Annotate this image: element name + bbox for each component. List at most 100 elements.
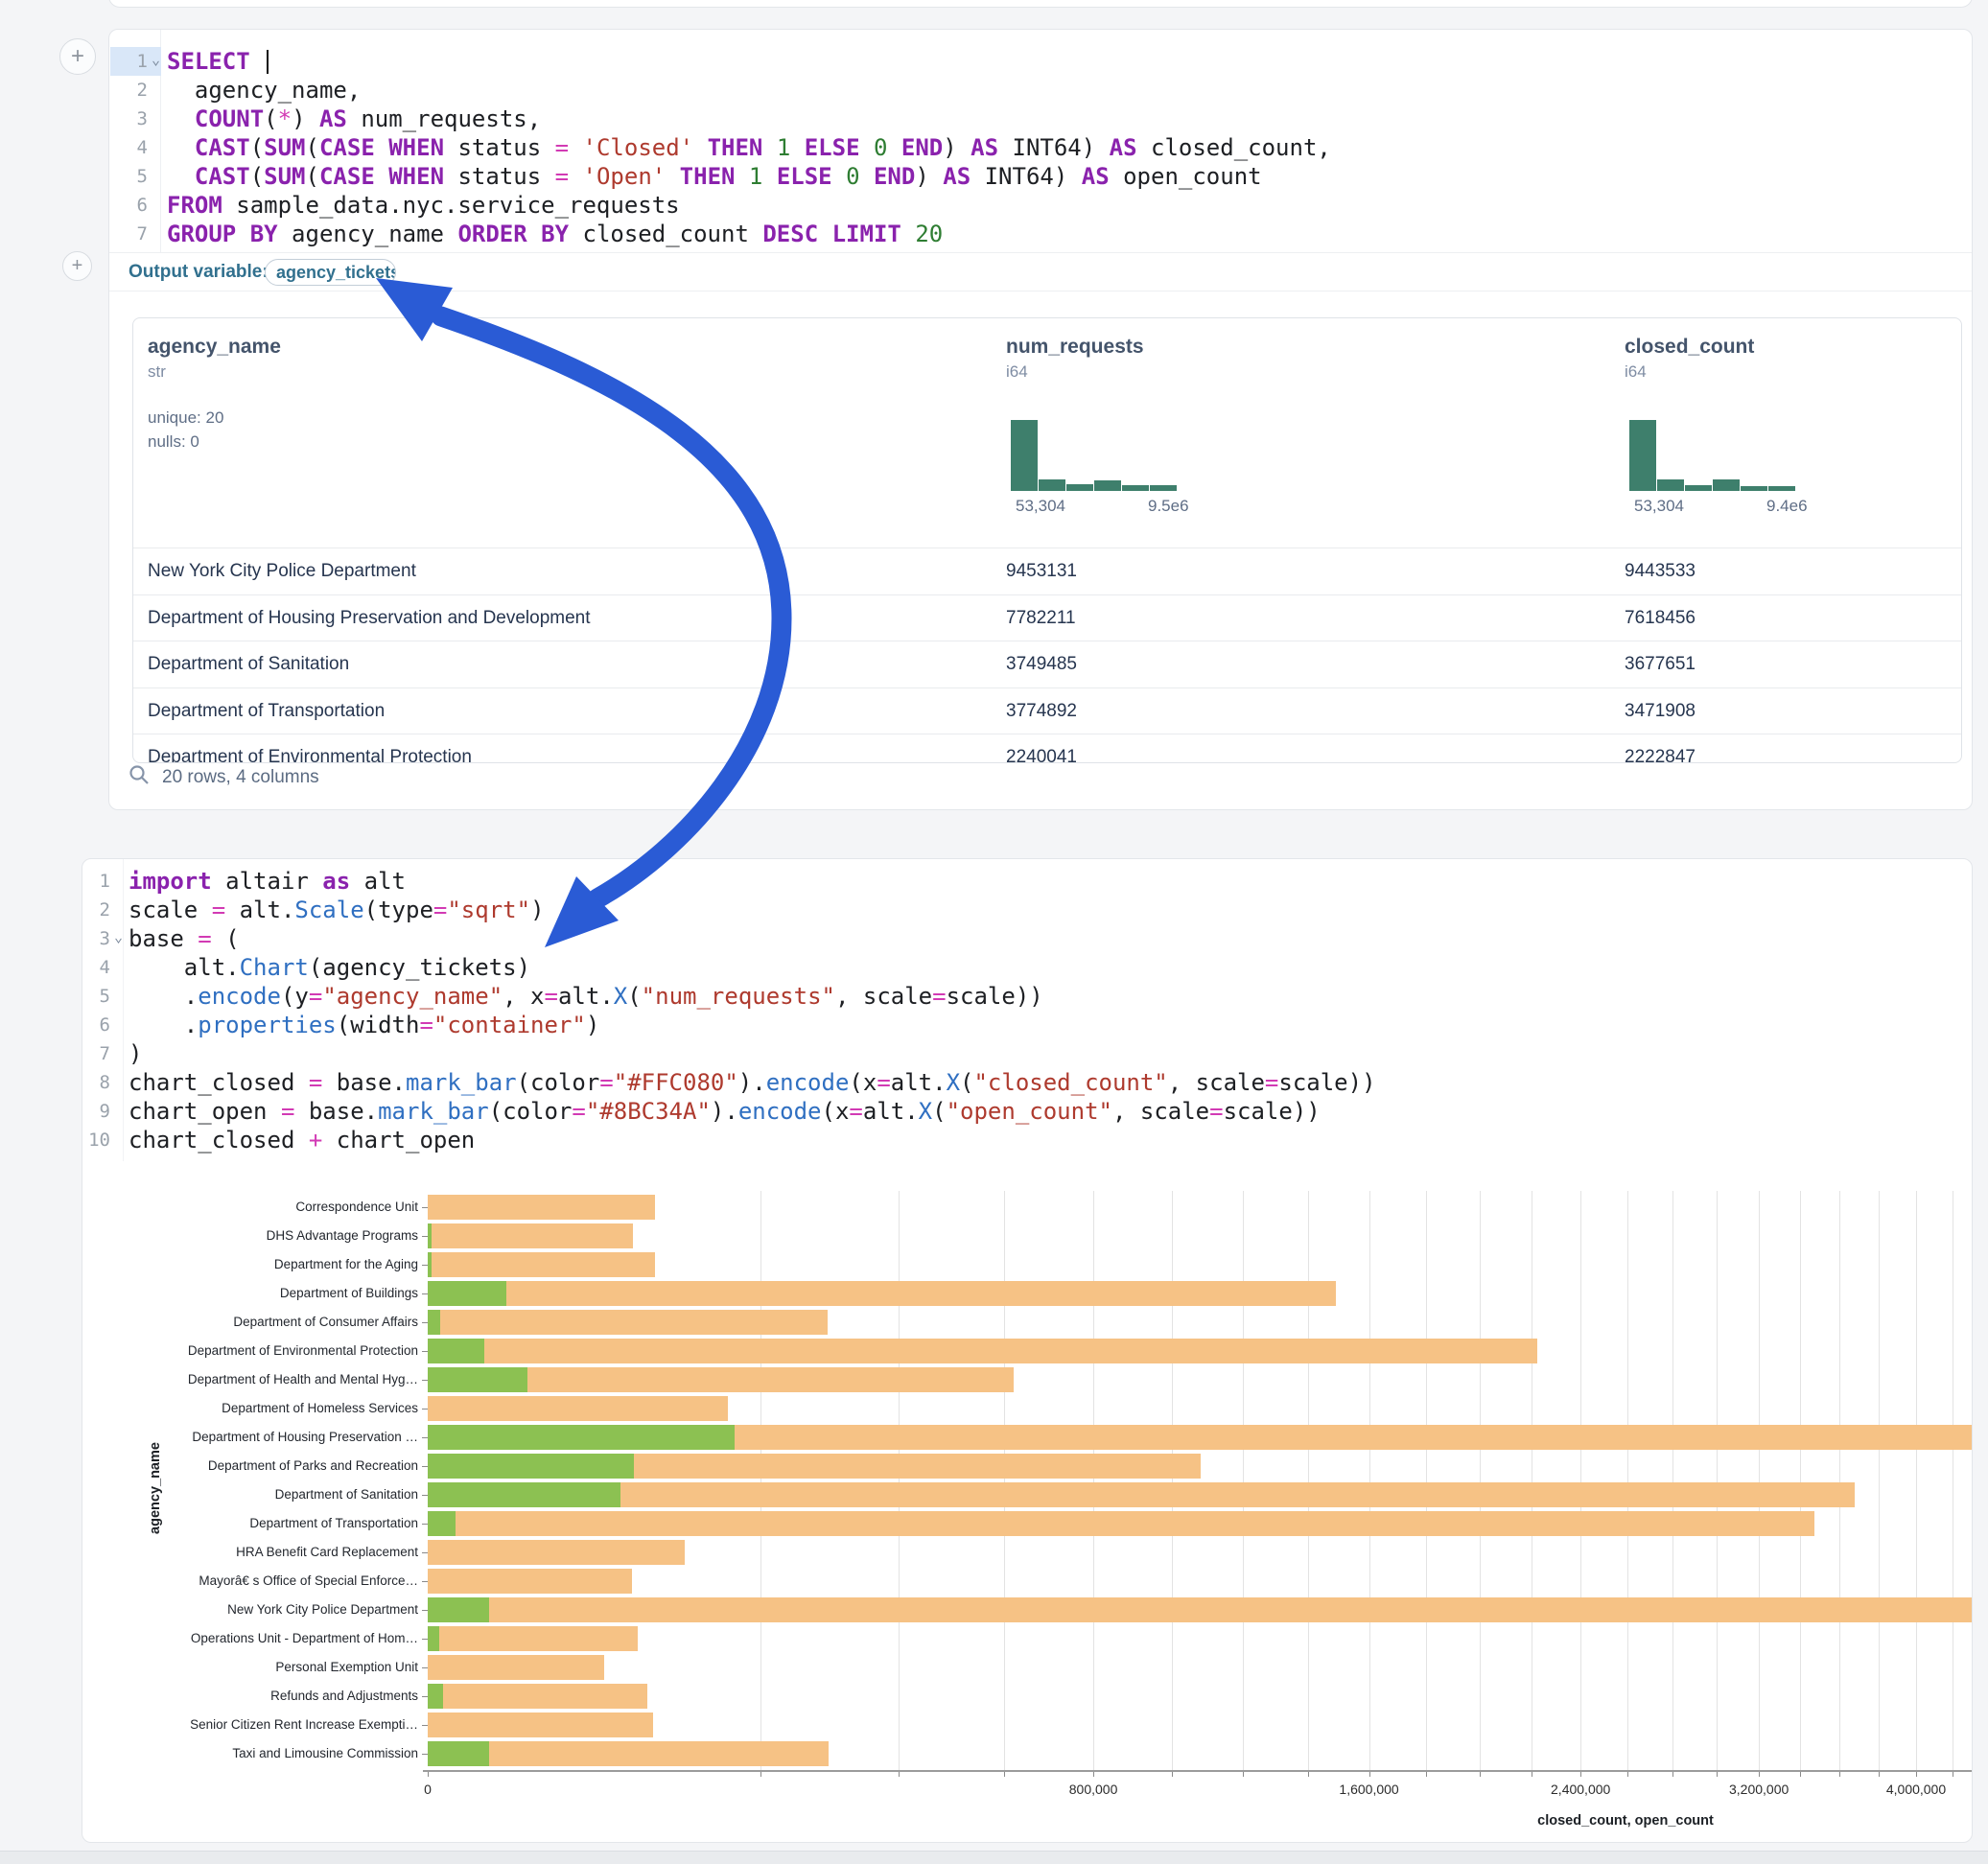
gridline — [1879, 1191, 1880, 1770]
closed-count-bar — [428, 1310, 828, 1335]
sql-code-editor[interactable]: 1⌄SELECT 2 agency_name,3 COUNT(*) AS num… — [109, 30, 1972, 252]
gridline — [760, 1191, 761, 1770]
column-header-closed_count[interactable]: closed_counti6453,3049.4e6 — [1625, 336, 1912, 518]
code-line[interactable]: 7GROUP BY agency_name ORDER BY closed_co… — [109, 220, 1972, 248]
x-axis-tick-label: 800,000 — [1069, 1782, 1118, 1797]
code-line[interactable]: 3 COUNT(*) AS num_requests, — [109, 105, 1972, 133]
histogram-min-label: 53,304 — [1016, 497, 1065, 516]
table-cell: 9443533 — [1625, 548, 1696, 594]
gridline — [1480, 1191, 1481, 1770]
plus-icon: + — [72, 255, 83, 277]
y-axis-title: agency_name — [148, 1442, 163, 1534]
y-axis-tick — [422, 1754, 428, 1755]
closed-count-bar — [428, 1540, 685, 1565]
y-axis-label: New York City Police Department — [140, 1602, 418, 1617]
line-number: 3 — [110, 105, 161, 133]
histogram-min-label: 53,304 — [1634, 497, 1684, 516]
line-number: 6 — [110, 191, 161, 220]
y-axis-tick — [422, 1409, 428, 1410]
closed-count-bar — [428, 1569, 632, 1594]
table-cell: 2222847 — [1625, 734, 1696, 763]
x-axis-tick-label: 3,200,000 — [1729, 1782, 1789, 1797]
code-text: GROUP BY agency_name ORDER BY closed_cou… — [167, 220, 943, 248]
add-cell-button-middle[interactable]: + — [62, 251, 92, 281]
gridline — [1717, 1191, 1718, 1770]
y-axis-tick — [422, 1639, 428, 1640]
open-count-bar — [428, 1626, 439, 1651]
code-line[interactable]: 1⌄SELECT — [109, 47, 1972, 76]
open-count-bar — [428, 1310, 440, 1335]
code-line[interactable]: 4 CAST(SUM(CASE WHEN status = 'Closed' T… — [109, 133, 1972, 162]
x-axis-tick-label: 2,400,000 — [1551, 1782, 1610, 1797]
column-histogram — [1629, 420, 1796, 491]
chevron-down-icon[interactable]: ⌄ — [152, 45, 160, 74]
y-axis-label: Refunds and Adjustments — [140, 1689, 418, 1703]
closed-count-bar — [428, 1511, 1814, 1536]
y-axis-label: Operations Unit - Department of Hom… — [140, 1631, 418, 1645]
x-axis-tick-label: 1,600,000 — [1339, 1782, 1398, 1797]
column-name: agency_name — [148, 336, 435, 359]
gridline — [1426, 1191, 1427, 1770]
output-variable-label: Output variable: — [129, 262, 269, 283]
horizontal-scrollbar[interactable] — [0, 1851, 1988, 1864]
table-cell: Department of Transportation — [148, 688, 385, 734]
y-axis-label: Taxi and Limousine Commission — [140, 1746, 418, 1760]
code-line[interactable]: 2 agency_name, — [109, 76, 1972, 105]
y-axis-tick — [422, 1351, 428, 1352]
column-stat: nulls: 0 — [148, 432, 435, 452]
y-axis-tick — [422, 1524, 428, 1525]
code-line[interactable]: 6FROM sample_data.nyc.service_requests — [109, 191, 1972, 220]
gridline — [1759, 1191, 1760, 1770]
closed-count-bar — [428, 1482, 1855, 1507]
code-line[interactable]: 5 CAST(SUM(CASE WHEN status = 'Open' THE… — [109, 162, 1972, 191]
y-axis-tick — [422, 1552, 428, 1553]
x-axis-tick-label: 4,000,000 — [1886, 1782, 1946, 1797]
line-number: 1⌄ — [110, 47, 161, 76]
column-name: num_requests — [1006, 336, 1294, 359]
code-text: SELECT — [167, 47, 269, 76]
gridline — [1672, 1191, 1673, 1770]
altair-chart: Correspondence UnitDHS Advantage Program… — [82, 859, 1972, 1842]
open-count-bar — [428, 1511, 456, 1536]
y-axis-label: Department of Parks and Recreation — [140, 1458, 418, 1473]
y-axis-tick — [422, 1581, 428, 1582]
line-number: 4 — [110, 133, 161, 162]
closed-count-bar — [428, 1339, 1537, 1363]
open-count-bar — [428, 1223, 432, 1248]
y-axis-label: Mayorâ€ s Office of Special Enforce… — [140, 1573, 418, 1588]
y-axis-tick — [422, 1696, 428, 1697]
closed-count-bar — [428, 1713, 653, 1737]
y-axis-label: DHS Advantage Programs — [140, 1228, 418, 1243]
add-cell-button-top[interactable]: + — [59, 38, 96, 75]
gridline — [1369, 1191, 1370, 1770]
open-count-bar — [428, 1482, 620, 1507]
table-footer: 20 rows, 4 columns — [129, 758, 704, 793]
row-count-label: 20 rows, 4 columns — [162, 767, 319, 788]
open-count-bar — [428, 1339, 484, 1363]
gridline — [1308, 1191, 1309, 1770]
plus-icon: + — [71, 43, 84, 70]
line-number: 2 — [110, 76, 161, 105]
line-number: 5 — [110, 162, 161, 191]
y-axis-label: Department for the Aging — [140, 1257, 418, 1271]
code-text: CAST(SUM(CASE WHEN status = 'Open' THEN … — [167, 162, 1262, 191]
search-icon[interactable] — [129, 764, 150, 785]
x-axis-title: closed_count, open_count — [1537, 1813, 1714, 1829]
y-axis-tick — [422, 1265, 428, 1266]
gridline — [1004, 1191, 1005, 1770]
output-variable-pill[interactable]: agency_tickets — [265, 259, 396, 286]
y-axis-label: Department of Consumer Affairs — [140, 1315, 418, 1329]
y-axis-tick — [422, 1322, 428, 1323]
y-axis-tick — [422, 1437, 428, 1438]
y-axis-label: HRA Benefit Card Replacement — [140, 1545, 418, 1559]
histogram-max-label: 9.5e6 — [1148, 497, 1189, 516]
gridline — [1627, 1191, 1628, 1770]
column-header-num_requests[interactable]: num_requestsi6453,3049.5e6 — [1006, 336, 1294, 518]
column-header-agency_name[interactable]: agency_namestrunique: 20nulls: 0 — [148, 336, 435, 518]
code-text: agency_name, — [167, 76, 361, 105]
y-axis-tick — [422, 1610, 428, 1611]
y-axis-tick — [422, 1293, 428, 1294]
open-count-bar — [428, 1454, 634, 1479]
table-cell: Department of Housing Preservation and D… — [148, 595, 591, 641]
gridline — [1916, 1191, 1917, 1770]
